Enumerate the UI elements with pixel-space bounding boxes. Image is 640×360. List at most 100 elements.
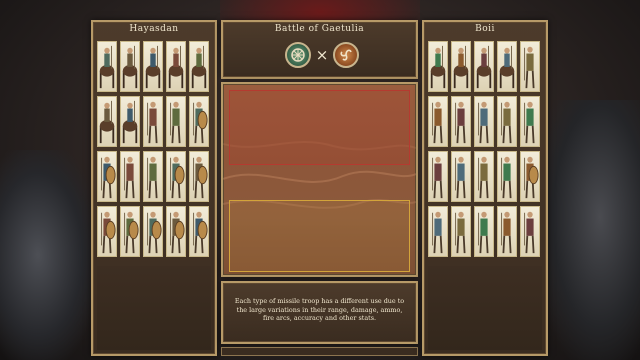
shield-infantry-unit-icon — [124, 211, 139, 254]
infantry-unit-icon — [147, 101, 158, 144]
boii-unit-card[interactable] — [474, 206, 494, 257]
cavalry-unit-icon — [453, 45, 469, 89]
tip-panel: Each type of missile troop has a differe… — [221, 281, 418, 344]
infantry-unit-icon — [501, 156, 512, 199]
infantry-unit-icon — [478, 101, 489, 144]
hayasdan-unit-card[interactable] — [143, 151, 163, 202]
hayasdan-unit-card[interactable] — [120, 41, 140, 92]
right-army-unit-grid — [428, 41, 542, 257]
right-army-name: Boii — [475, 24, 495, 34]
left-army-empty-area — [97, 266, 211, 350]
hayasdan-unit-card[interactable] — [166, 206, 186, 257]
background-warrior-left — [0, 150, 95, 360]
hayasdan-unit-card[interactable] — [120, 151, 140, 202]
hayasdan-unit-card[interactable] — [143, 96, 163, 147]
boii-unit-card[interactable] — [428, 151, 448, 202]
boii-unit-card[interactable] — [520, 96, 540, 147]
hayasdan-unit-card[interactable] — [120, 206, 140, 257]
hayasdan-unit-card[interactable] — [143, 41, 163, 92]
boii-unit-card[interactable] — [474, 151, 494, 202]
infantry-unit-icon — [524, 101, 535, 144]
shield-infantry-unit-icon — [101, 156, 116, 199]
cavalry-unit-icon — [122, 45, 138, 89]
infantry-unit-icon — [478, 211, 489, 254]
bottom-scrollbar[interactable] — [221, 347, 418, 356]
hayasdan-unit-card[interactable] — [97, 151, 117, 202]
infantry-unit-icon — [432, 156, 443, 199]
cavalry-unit-icon — [99, 45, 115, 89]
boii-unit-card[interactable] — [428, 206, 448, 257]
boii-unit-card[interactable] — [474, 96, 494, 147]
cavalry-unit-icon — [430, 45, 446, 89]
infantry-unit-icon — [432, 211, 443, 254]
infantry-unit-icon — [524, 46, 535, 89]
battlefield-map[interactable] — [221, 82, 418, 277]
boii-unit-card[interactable] — [497, 41, 517, 92]
player-deployment-zone[interactable] — [229, 200, 410, 272]
boii-unit-card[interactable] — [428, 96, 448, 147]
infantry-unit-icon — [455, 156, 466, 199]
cavalry-unit-icon — [499, 45, 515, 89]
infantry-unit-icon — [432, 101, 443, 144]
shield-infantry-unit-icon — [170, 211, 185, 254]
cavalry-unit-icon — [168, 45, 184, 89]
cavalry-unit-icon — [99, 100, 115, 144]
boii-unit-card[interactable] — [428, 41, 448, 92]
hayasdan-unit-card[interactable] — [120, 96, 140, 147]
cavalry-unit-icon — [191, 45, 207, 89]
hayasdan-unit-card[interactable] — [189, 151, 209, 202]
hayasdan-unit-card[interactable] — [143, 206, 163, 257]
boii-unit-card[interactable] — [520, 41, 540, 92]
right-army-panel: Boii — [422, 20, 548, 356]
boii-unit-card[interactable] — [497, 151, 517, 202]
infantry-unit-icon — [478, 156, 489, 199]
cavalry-unit-icon — [122, 100, 138, 144]
boii-unit-card[interactable] — [451, 41, 471, 92]
boii-unit-card[interactable] — [520, 151, 540, 202]
battle-title: Battle of Gaetulia — [274, 24, 365, 34]
boii-unit-card[interactable] — [451, 96, 471, 147]
infantry-unit-icon — [124, 156, 135, 199]
boii-unit-card[interactable] — [451, 151, 471, 202]
infantry-unit-icon — [147, 156, 158, 199]
infantry-unit-icon — [455, 101, 466, 144]
boii-unit-card[interactable] — [451, 206, 471, 257]
hayasdan-unit-card[interactable] — [97, 206, 117, 257]
infantry-unit-icon — [501, 101, 512, 144]
right-army-empty-area — [428, 266, 542, 350]
shield-infantry-unit-icon — [101, 211, 116, 254]
shield-infantry-unit-icon — [524, 156, 539, 199]
boii-unit-card[interactable] — [520, 206, 540, 257]
cavalry-unit-icon — [476, 45, 492, 89]
infantry-unit-icon — [455, 211, 466, 254]
left-army-panel: Hayasdan — [91, 20, 217, 356]
hayasdan-unit-card[interactable] — [166, 41, 186, 92]
shield-infantry-unit-icon — [147, 211, 162, 254]
tip-text: Each type of missile troop has a differe… — [234, 297, 405, 322]
shield-infantry-unit-icon — [193, 156, 208, 199]
hayasdan-unit-card[interactable] — [166, 96, 186, 147]
shield-infantry-unit-icon — [193, 101, 208, 144]
background-warrior-right — [540, 100, 640, 360]
shield-infantry-unit-icon — [170, 156, 185, 199]
hayasdan-emblem-icon — [285, 42, 311, 68]
infantry-unit-icon — [170, 101, 181, 144]
enemy-deployment-zone — [229, 90, 410, 165]
boii-unit-card[interactable] — [497, 206, 517, 257]
hayasdan-unit-card[interactable] — [166, 151, 186, 202]
boii-unit-card[interactable] — [497, 96, 517, 147]
battle-header: Battle of Gaetulia × — [221, 20, 418, 79]
hayasdan-unit-card[interactable] — [97, 41, 117, 92]
hayasdan-unit-card[interactable] — [97, 96, 117, 147]
versus-row: × — [223, 42, 416, 70]
boii-triskele-emblem-icon — [333, 42, 359, 68]
hayasdan-unit-card[interactable] — [189, 206, 209, 257]
boii-unit-card[interactable] — [474, 41, 494, 92]
shield-infantry-unit-icon — [193, 211, 208, 254]
hayasdan-unit-card[interactable] — [189, 96, 209, 147]
left-army-unit-grid — [97, 41, 211, 257]
left-army-name: Hayasdan — [129, 24, 179, 34]
infantry-unit-icon — [501, 211, 512, 254]
hayasdan-unit-card[interactable] — [189, 41, 209, 92]
versus-icon: × — [315, 46, 329, 64]
